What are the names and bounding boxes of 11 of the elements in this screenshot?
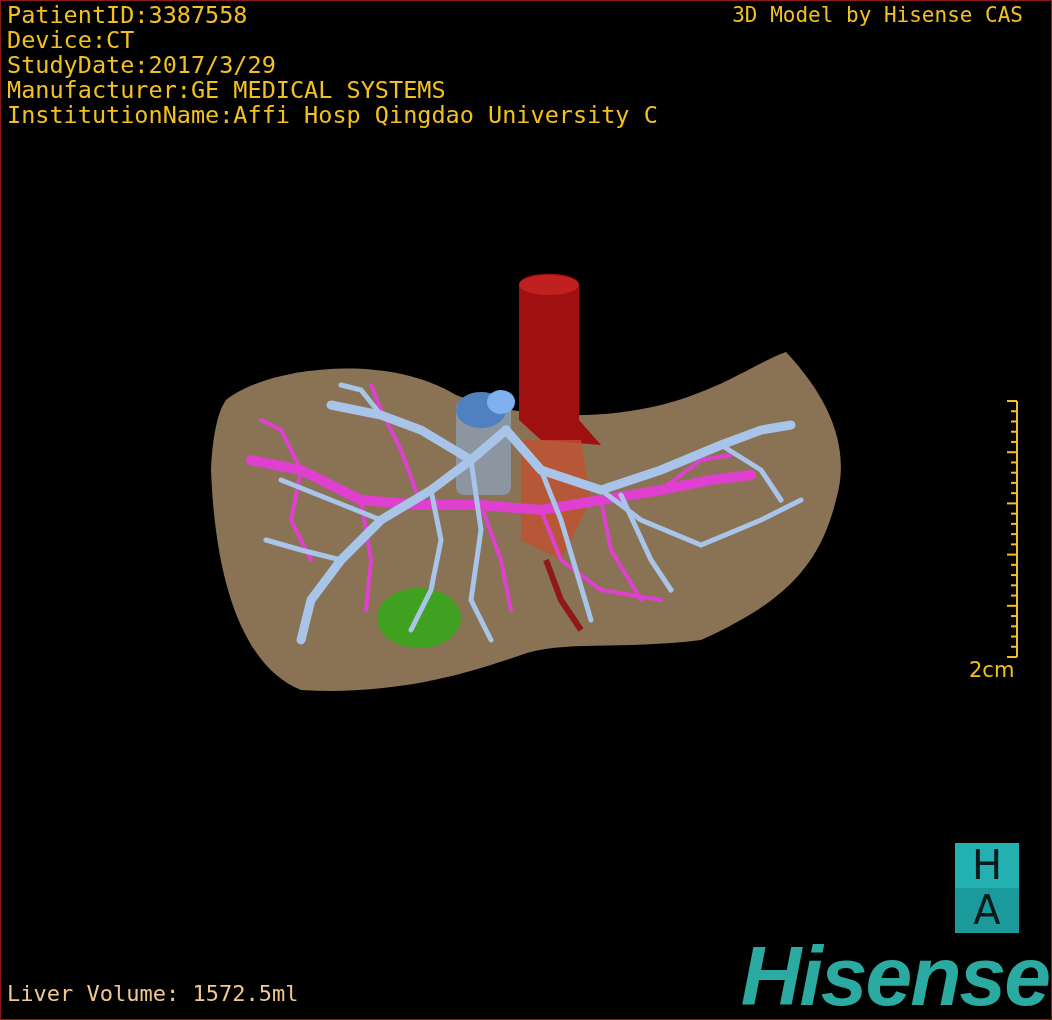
info-text: Manufacturer:GE MEDICAL SYSTEMS xyxy=(7,78,447,103)
logo-badge-top: H xyxy=(955,843,1019,888)
liver-volume-text: Liver Volume: 1572.5ml xyxy=(7,981,299,1007)
model-title: 3D Model by Hisense CAS xyxy=(732,3,1023,29)
logo-badge-bottom: A xyxy=(955,888,1019,933)
info-text: InstitutionName:Affi Hosp Qingdao University C xyxy=(7,103,658,128)
info-text: StudyDate:2017/3/29 xyxy=(7,53,277,78)
scale-label: 2cm xyxy=(969,658,1015,682)
info-text: Device:CT xyxy=(7,28,136,53)
brand-wordmark: Hisense xyxy=(740,939,1049,1013)
info-text: PatientID:3387558 xyxy=(7,3,249,28)
